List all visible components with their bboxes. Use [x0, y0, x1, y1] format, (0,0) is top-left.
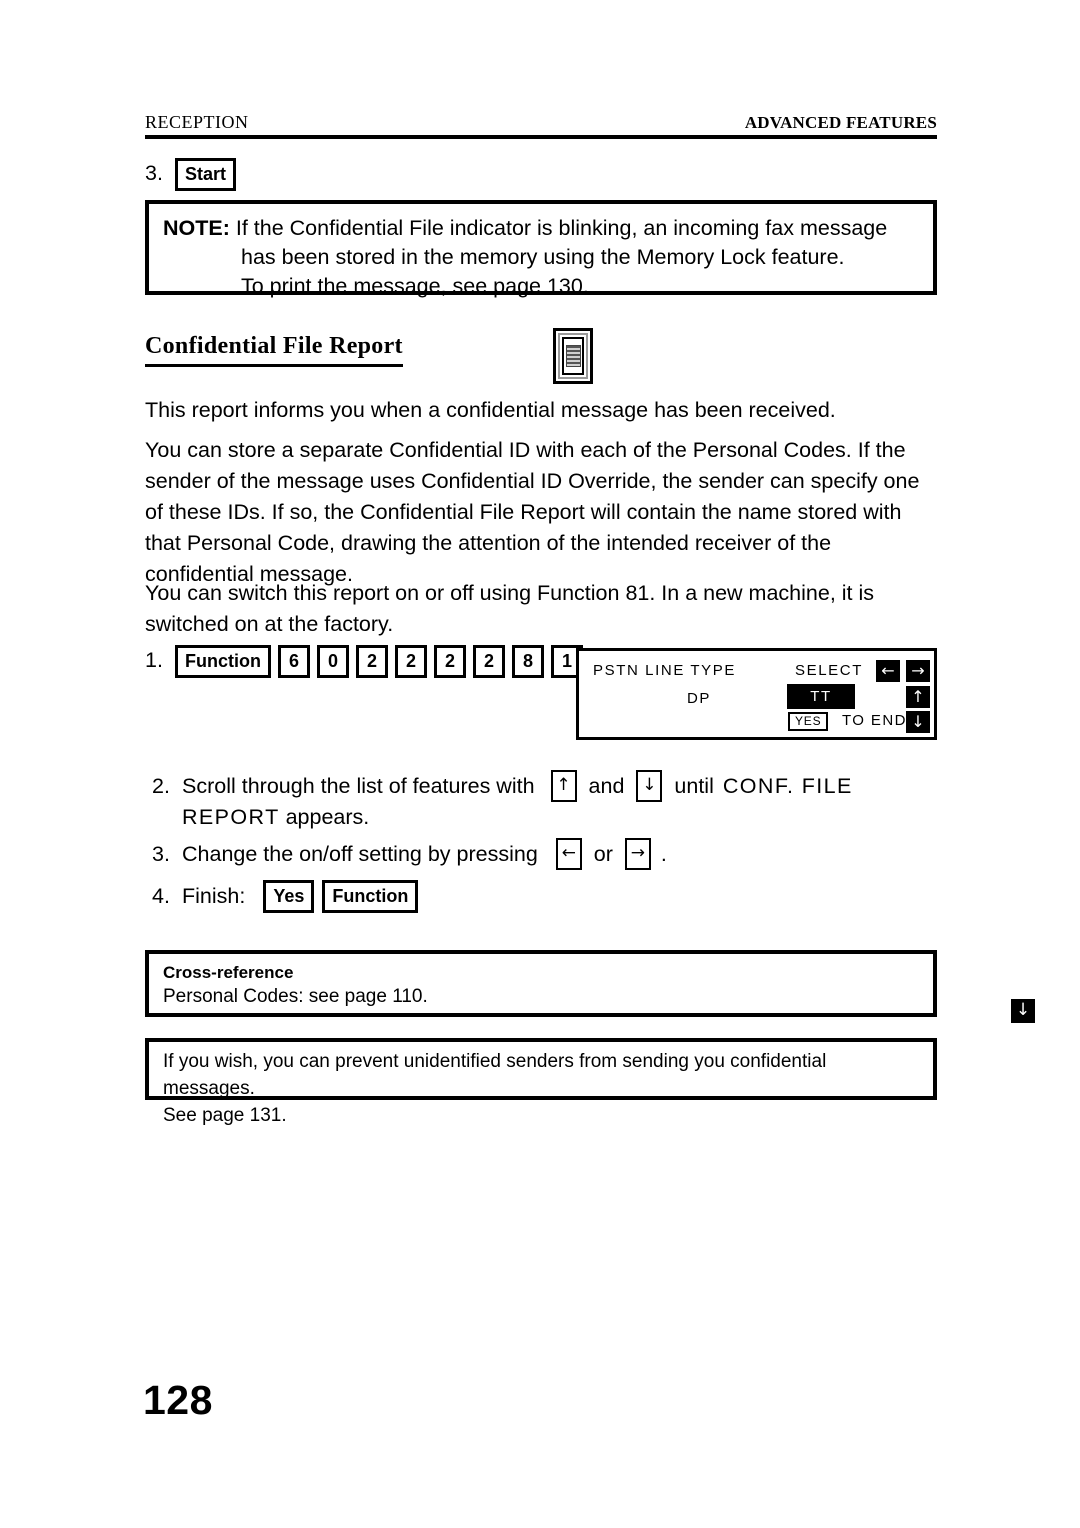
margin-down-arrow-icon: ↓: [1011, 999, 1035, 1023]
step-3b-text-after: .: [660, 841, 667, 866]
cross-reference-text: Personal Codes: see page 110.: [163, 986, 428, 1007]
step-4-finish: 4. Finish: Yes Function: [152, 880, 419, 913]
digit-key-5[interactable]: 2: [433, 645, 466, 678]
digit-key-6[interactable]: 2: [472, 645, 505, 678]
report-icon-lines: [565, 345, 581, 367]
start-key[interactable]: Start: [175, 158, 237, 191]
step-1-number: 1.: [145, 648, 163, 672]
step-2-display-value-cont: REPORT: [182, 805, 280, 829]
key-sequence: Function 6 0 2 2 2 2 8 1: [175, 645, 583, 678]
step-3-start: 3. Start: [145, 158, 237, 191]
body-paragraph-2: You can switch this report on or off usi…: [145, 581, 875, 636]
arrow-down-icon[interactable]: ↓: [906, 711, 930, 733]
lcd-display-panel: PSTN LINE TYPE SELECT DP TT YES TO END ←…: [576, 648, 937, 740]
arrow-up-icon[interactable]: ↑: [906, 686, 930, 708]
note-line-1: NOTE: If the Confidential File indicator…: [163, 214, 919, 243]
step-2-text-middle: and: [588, 773, 625, 798]
step-2-line-2-text: appears.: [285, 805, 370, 829]
digit-key-3[interactable]: 2: [355, 645, 388, 678]
digit-key-2[interactable]: 0: [316, 645, 349, 678]
arrow-right-icon[interactable]: →: [906, 660, 930, 682]
arrow-left-icon[interactable]: ←: [876, 660, 900, 682]
left-arrow-key-icon[interactable]: ←: [555, 838, 582, 870]
report-page-icon: [553, 328, 593, 384]
cross-reference-box: Cross-reference Personal Codes: see page…: [145, 950, 937, 1017]
lcd-option-dp: DP: [687, 690, 712, 707]
step-2-number: 2.: [152, 773, 170, 798]
step-2-text-before: Scroll through the list of features with: [182, 773, 535, 798]
scroll-down-key-icon[interactable]: ↓: [636, 770, 663, 802]
scroll-up-key-icon[interactable]: ↑: [550, 770, 577, 802]
digit-key-1[interactable]: 6: [277, 645, 310, 678]
lcd-inner: PSTN LINE TYPE SELECT DP TT YES TO END ←…: [579, 651, 934, 737]
note-box: NOTE: If the Confidential File indicator…: [145, 200, 937, 298]
note-text-3: To print the message, see page 130.: [241, 274, 589, 298]
right-arrow-key-icon[interactable]: →: [624, 838, 651, 870]
page-number: 128: [143, 1377, 213, 1423]
step-4-label: Finish:: [182, 884, 246, 908]
tip-box: If you wish, you can prevent unidentifie…: [145, 1038, 937, 1126]
lcd-option-tt-selected: TT: [787, 684, 855, 709]
step-4-number: 4.: [152, 884, 170, 908]
note-label: NOTE:: [163, 216, 230, 240]
tip-text-line-1: If you wish, you can prevent unidentifie…: [163, 1051, 827, 1099]
step-2-text-after: until: [674, 773, 714, 798]
header-section-label: RECEPTION: [145, 112, 249, 132]
function-key-finish[interactable]: Function: [322, 880, 419, 913]
lcd-yes-key[interactable]: YES: [788, 712, 829, 731]
lcd-line-type-label: PSTN LINE TYPE: [593, 662, 736, 679]
step-2-line-2: REPORT appears.: [152, 802, 932, 833]
step-3b-text-before: Change the on/off setting by pressing: [182, 841, 538, 866]
header-rule: [145, 135, 937, 139]
digit-key-7[interactable]: 8: [511, 645, 544, 678]
step-3b-number: 3.: [152, 841, 170, 866]
report-icon-frame-outer: [558, 333, 588, 379]
step-1-key-sequence: 1. Function 6 0 2 2 2 2 8 1: [145, 645, 583, 678]
note-text-2: has been stored in the memory using the …: [241, 245, 845, 269]
lcd-to-end-label: TO END: [842, 712, 907, 729]
lcd-select-label: SELECT: [795, 662, 863, 679]
step-2-line-1: 2. Scroll through the list of features w…: [152, 770, 932, 802]
function-key[interactable]: Function: [175, 645, 271, 678]
step-3-number: 3.: [145, 161, 163, 185]
section-title: Confidential File Report: [145, 333, 403, 367]
note-text-1: If the Confidential File indicator is bl…: [235, 216, 888, 240]
step-3-change-setting: 3. Change the on/off setting by pressing…: [152, 838, 667, 870]
report-icon-frame-inner: [562, 337, 584, 375]
body-paragraph-1: You can store a separate Confidential ID…: [145, 438, 920, 586]
intro-paragraph: This report informs you when a confident…: [145, 398, 836, 422]
manual-page: RECEPTION ADVANCED FEATURES 3. Start NOT…: [0, 0, 1080, 1528]
step-3b-text-middle: or: [593, 841, 613, 866]
step-2-scroll: 2. Scroll through the list of features w…: [152, 770, 932, 833]
running-header: RECEPTION ADVANCED FEATURES: [145, 112, 937, 133]
tip-text-line-2: See page 131.: [163, 1105, 287, 1126]
step-2-display-value: CONF. FILE: [722, 773, 853, 798]
cross-reference-title: Cross-reference: [163, 963, 294, 982]
digit-key-4[interactable]: 2: [394, 645, 427, 678]
header-chapter-label: ADVANCED FEATURES: [744, 113, 937, 132]
yes-key[interactable]: Yes: [263, 880, 315, 913]
